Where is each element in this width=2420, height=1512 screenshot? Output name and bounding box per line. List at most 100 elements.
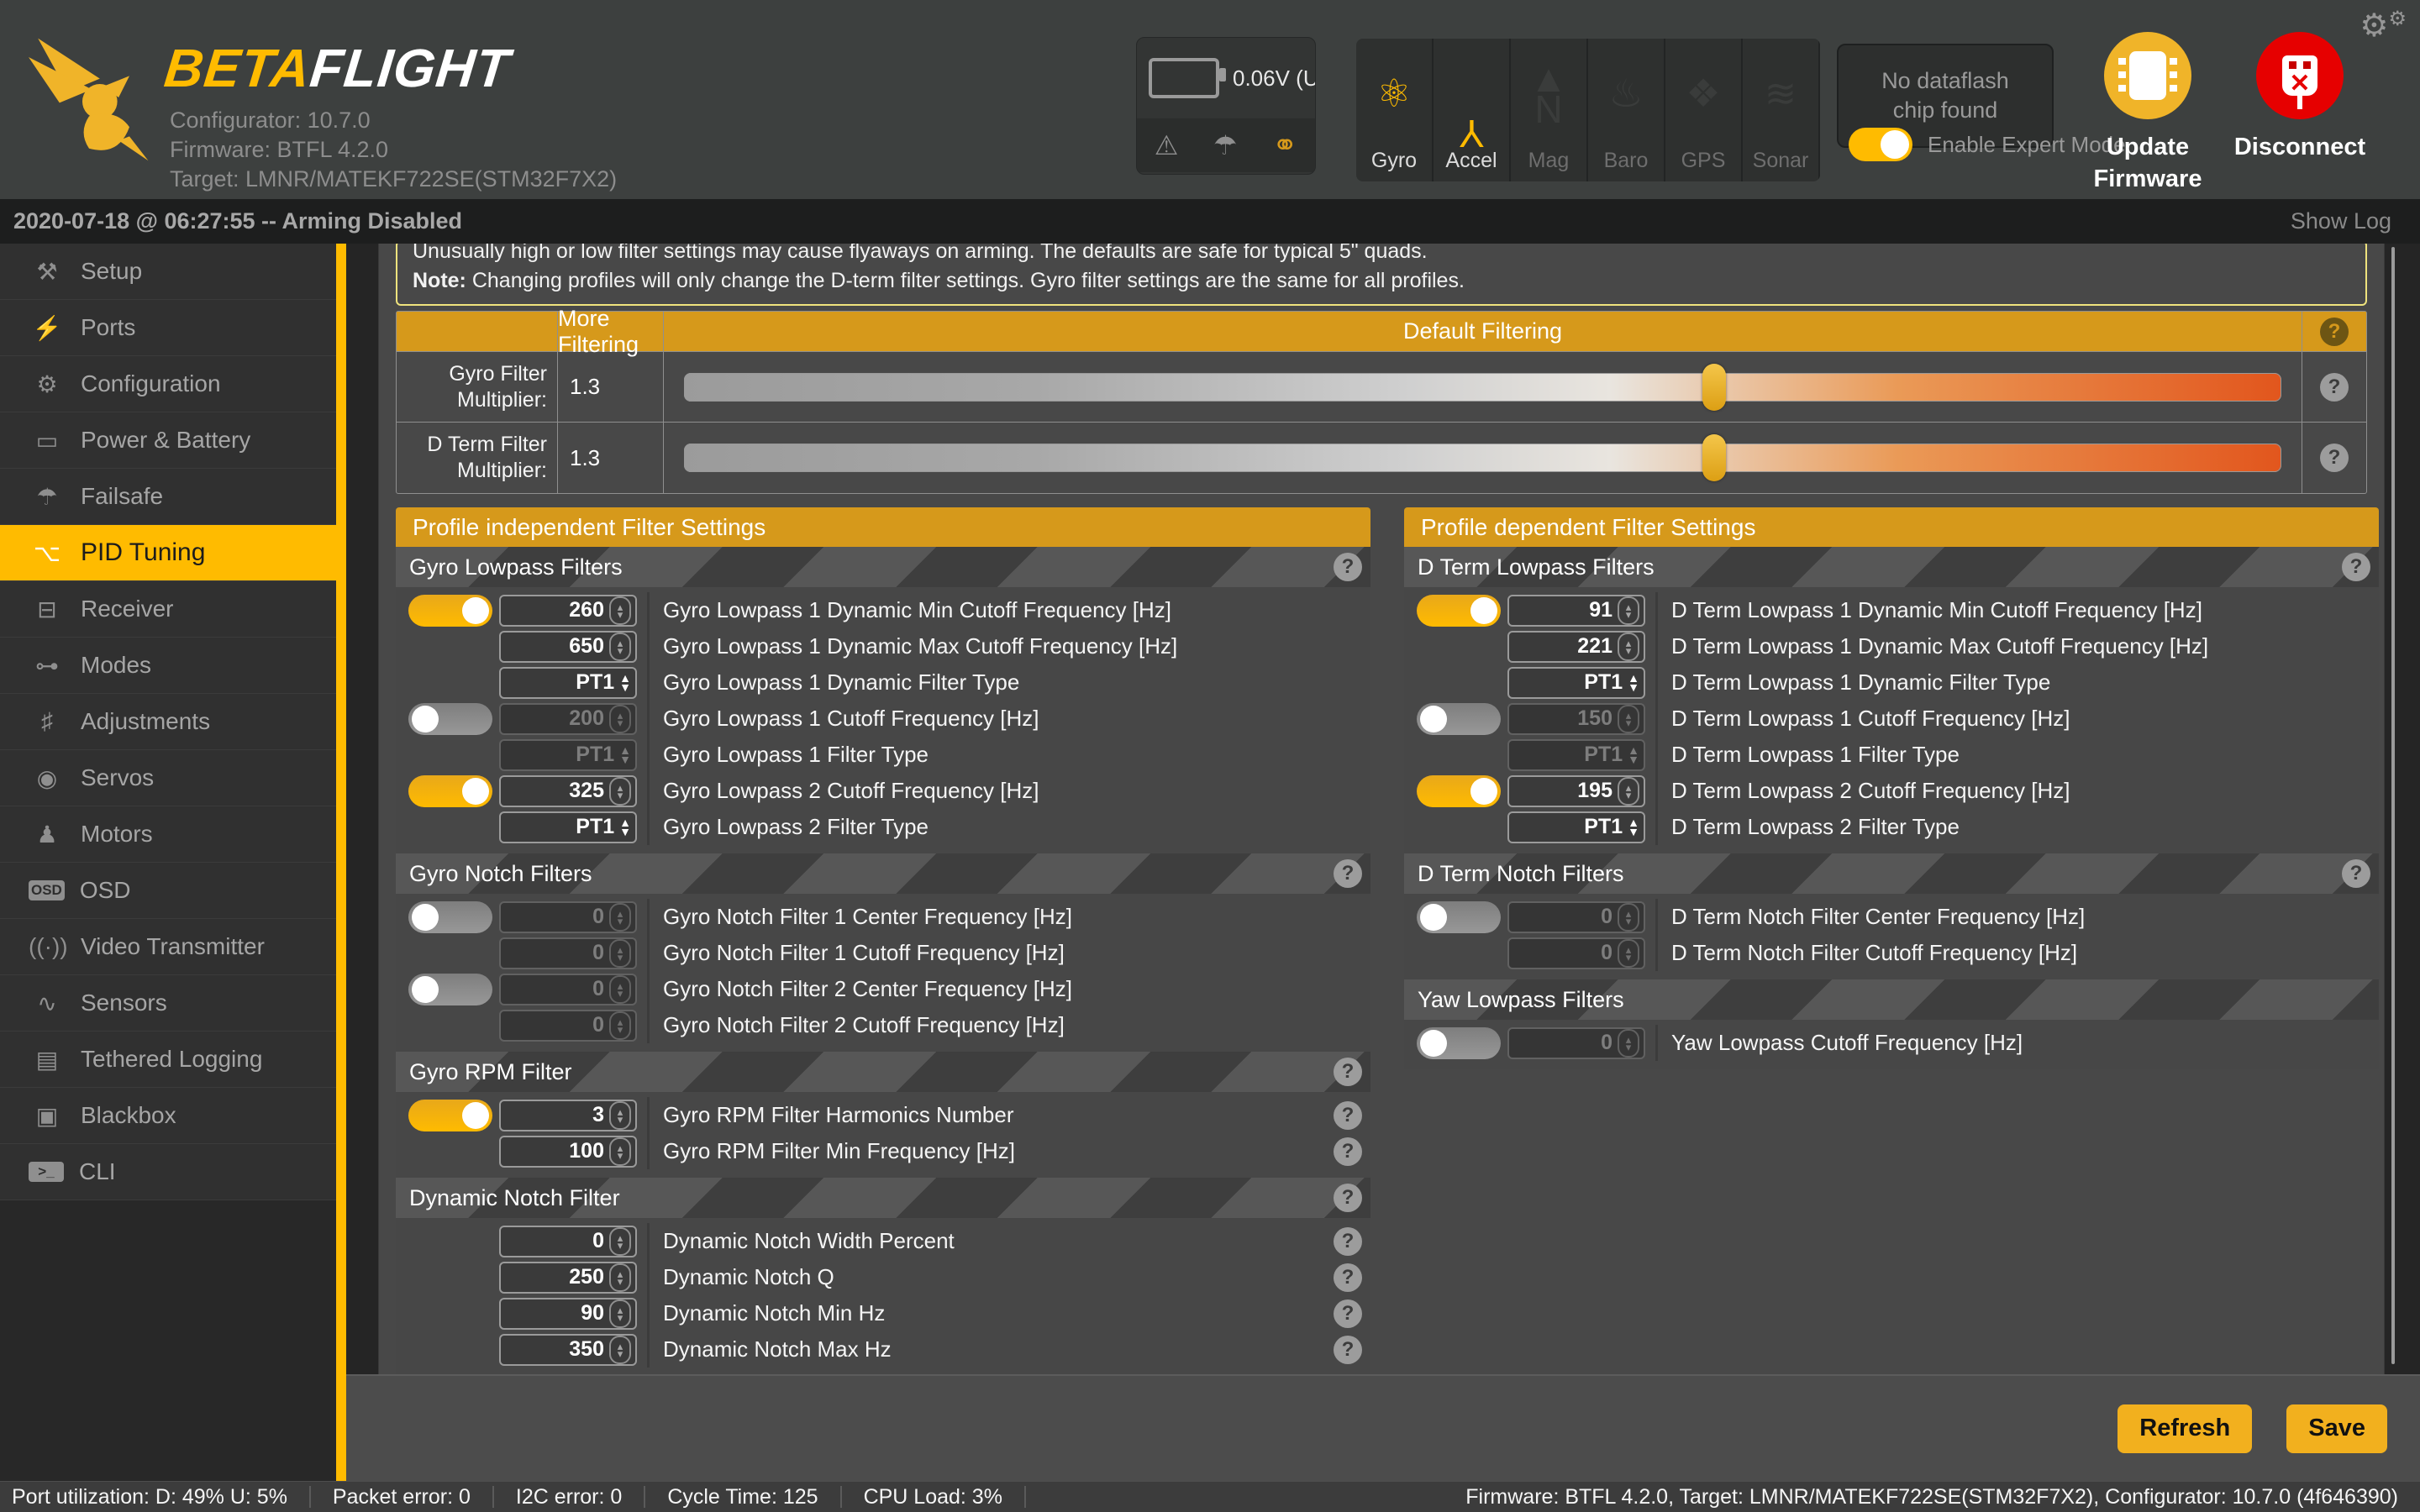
number-spinner-icon[interactable] [1618,705,1639,733]
help-icon[interactable] [2320,444,2349,472]
update-firmware-button[interactable]: Update Firmware [2081,32,2215,195]
value-input[interactable]: 350 [499,1334,637,1366]
settings-gears-icon[interactable]: ⚙⚙ [2360,7,2407,45]
toggle-switch[interactable] [408,595,492,627]
select-arrows-icon[interactable] [1628,674,1639,692]
value-input[interactable]: 0 [1507,901,1645,933]
value-input[interactable]: 260 [499,595,637,627]
help-icon[interactable] [1334,1227,1362,1256]
number-spinner-icon[interactable] [1618,596,1639,625]
help-icon[interactable] [1334,859,1362,888]
save-button[interactable]: Save [2286,1404,2387,1453]
number-spinner-icon[interactable] [609,903,631,932]
number-spinner-icon[interactable] [609,777,631,806]
help-icon[interactable] [2342,859,2370,888]
value-input[interactable]: PT1 [1507,739,1645,771]
help-icon[interactable] [2320,318,2349,346]
number-spinner-icon[interactable] [609,1336,631,1364]
help-icon[interactable] [2342,553,2370,581]
slider-handle[interactable] [1702,434,1726,481]
toggle-switch[interactable] [1417,595,1501,627]
number-spinner-icon[interactable] [609,1263,631,1292]
number-spinner-icon[interactable] [609,633,631,661]
select-arrows-icon[interactable] [1628,818,1639,837]
sidebar-item-cli[interactable]: >_ CLI [0,1144,336,1200]
value-input[interactable]: 221 [1507,631,1645,663]
toggle-switch[interactable] [1417,775,1501,807]
select-arrows-icon[interactable] [619,818,631,837]
sidebar-item-servos[interactable]: ◉ Servos [0,750,336,806]
value-input[interactable]: 0 [499,937,637,969]
sidebar-item-modes[interactable]: ⊶ Modes [0,638,336,694]
select-arrows-icon[interactable] [619,746,631,764]
toggle-switch[interactable] [408,974,492,1005]
help-icon[interactable] [1334,1101,1362,1130]
value-input[interactable]: PT1 [499,811,637,843]
number-spinner-icon[interactable] [609,1137,631,1166]
value-input[interactable]: 250 [499,1262,637,1294]
help-icon[interactable] [1334,1137,1362,1166]
sidebar-item-receiver[interactable]: ⊟ Receiver [0,581,336,638]
value-input[interactable]: PT1 [1507,667,1645,699]
select-arrows-icon[interactable] [619,674,631,692]
select-arrows-icon[interactable] [1628,746,1639,764]
value-input[interactable]: 0 [1507,1027,1645,1059]
dterm-multiplier-slider[interactable] [684,444,2281,472]
value-input[interactable]: 0 [499,974,637,1005]
number-spinner-icon[interactable] [609,1011,631,1040]
show-log-button[interactable]: Show Log [2291,208,2391,234]
value-input[interactable]: 100 [499,1136,637,1168]
value-input[interactable]: 0 [499,1226,637,1257]
value-input[interactable]: 195 [1507,775,1645,807]
toggle-switch[interactable] [408,775,492,807]
sidebar-item-video-transmitter[interactable]: ((·)) Video Transmitter [0,919,336,975]
value-input[interactable]: 325 [499,775,637,807]
number-spinner-icon[interactable] [609,705,631,733]
help-icon[interactable] [1334,1336,1362,1364]
toggle-switch[interactable] [408,703,492,735]
sidebar-item-configuration[interactable]: ⚙ Configuration [0,356,336,412]
help-icon[interactable] [1334,1263,1362,1292]
number-spinner-icon[interactable] [1618,777,1639,806]
number-spinner-icon[interactable] [609,1101,631,1130]
value-input[interactable]: PT1 [499,739,637,771]
sidebar-item-blackbox[interactable]: ▣ Blackbox [0,1088,336,1144]
sidebar-item-motors[interactable]: ♟ Motors [0,806,336,863]
number-spinner-icon[interactable] [609,596,631,625]
sidebar-item-ports[interactable]: ⚡ Ports [0,300,336,356]
value-input[interactable]: 200 [499,703,637,735]
value-input[interactable]: 650 [499,631,637,663]
number-spinner-icon[interactable] [1618,903,1639,932]
refresh-button[interactable]: Refresh [2118,1404,2252,1453]
number-spinner-icon[interactable] [1618,939,1639,968]
toggle-switch[interactable] [1417,901,1501,933]
value-input[interactable]: 3 [499,1100,637,1131]
value-input[interactable]: 90 [499,1298,637,1330]
number-spinner-icon[interactable] [1618,633,1639,661]
help-icon[interactable] [2320,373,2349,402]
sidebar-item-adjustments[interactable]: ♯ Adjustments [0,694,336,750]
gyro-multiplier-slider[interactable] [684,373,2281,402]
sidebar-item-sensors[interactable]: ∿ Sensors [0,975,336,1032]
disconnect-button[interactable]: ✕ Disconnect [2216,32,2384,163]
value-input[interactable]: PT1 [499,667,637,699]
number-spinner-icon[interactable] [609,1299,631,1328]
value-input[interactable]: 91 [1507,595,1645,627]
sidebar-item-pid-tuning[interactable]: ⌥ PID Tuning [0,525,336,581]
sidebar-item-power-battery[interactable]: ▭ Power & Battery [0,412,336,469]
help-icon[interactable] [1334,1058,1362,1086]
value-input[interactable]: 0 [1507,937,1645,969]
toggle-switch[interactable] [1417,1027,1501,1059]
help-icon[interactable] [1334,553,1362,581]
value-input[interactable]: 0 [499,901,637,933]
sidebar-item-setup[interactable]: ⚒ Setup [0,244,336,300]
help-icon[interactable] [1334,1184,1362,1212]
scrollbar-thumb[interactable] [2391,247,2395,1364]
help-icon[interactable] [1334,1299,1362,1328]
number-spinner-icon[interactable] [609,939,631,968]
toggle-switch[interactable] [408,901,492,933]
value-input[interactable]: 0 [499,1010,637,1042]
toggle-switch[interactable] [1417,703,1501,735]
slider-handle[interactable] [1702,364,1726,411]
number-spinner-icon[interactable] [609,1227,631,1256]
